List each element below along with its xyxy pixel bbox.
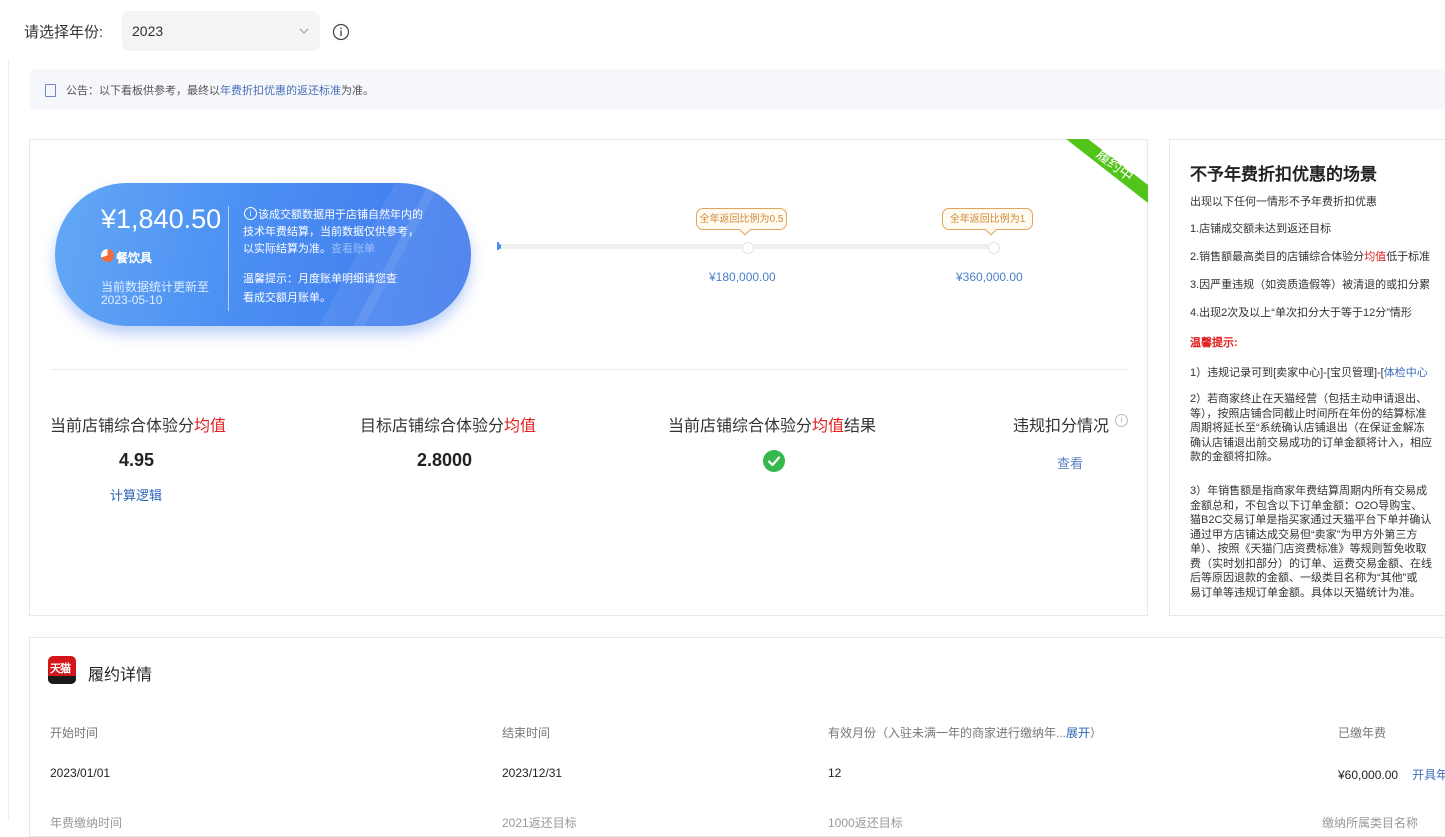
year-select-value: 2023 bbox=[132, 23, 164, 39]
rules-tip-3: 3）年销售额是指商家年费结算周期内所有交易成 金额总和，不包含以下订单金额：O2… bbox=[1190, 485, 1432, 599]
notice-bar: 公告：以下看板供参考，最终以年费折扣优惠的返还标准为准。 bbox=[30, 69, 1445, 110]
rules-panel: 不予年费折扣优惠的场景 出现以下任何一情形不予年费折扣优惠 1.店铺成交额未达到… bbox=[1169, 139, 1445, 616]
col-valid-months-header: 有效月份（入驻未满一年的商家进行缴纳年...展开） bbox=[828, 726, 1103, 740]
milestone-2-amount: ¥360,000.00 bbox=[956, 270, 1023, 284]
category-name: 餐饮具 bbox=[116, 251, 153, 265]
status-ribbon: 履约中 bbox=[1066, 139, 1148, 203]
note-line-3: 以实际结算为准。查看账单 bbox=[243, 243, 375, 255]
violation-view-link[interactable]: 查看 bbox=[1057, 453, 1083, 472]
invoice-link[interactable]: 开具年 bbox=[1412, 768, 1445, 782]
next-row-col-3: 1000返还目标 bbox=[828, 816, 903, 830]
year-selector-label: 请选择年份: bbox=[24, 24, 104, 41]
col-valid-months-value: 12 bbox=[828, 766, 842, 780]
rule-item-2: 2.销售额最高类目的店铺综合体验分均值低于标准 bbox=[1190, 251, 1431, 263]
tip-line-2: 看成交额月账单。 bbox=[243, 292, 331, 304]
rules-tip-title: 温馨提示: bbox=[1190, 337, 1238, 349]
note-line-1: 该成交额数据用于店铺自然年内的 bbox=[258, 209, 423, 221]
rules-tip-1: 1）违规记录可到[卖家中心]-[宝贝管理]-[体检中心 bbox=[1190, 367, 1428, 379]
year-select[interactable]: 2023 bbox=[122, 11, 320, 51]
milestone-2-dot bbox=[988, 242, 1000, 254]
violation-info-icon[interactable]: i bbox=[1115, 414, 1128, 427]
note-info-icon: i bbox=[244, 207, 257, 220]
stat-target-score-value: 2.8000 bbox=[417, 450, 473, 470]
rule-item-4: 4.出现2次及以上“单次扣分大于等于12分”情形 bbox=[1190, 307, 1412, 319]
notice-icon bbox=[45, 84, 56, 97]
next-row-col-4: 缴纳所属类目名称 bbox=[1322, 816, 1419, 830]
turnover-amount: ¥1,840.50 bbox=[101, 204, 222, 234]
notice-link[interactable]: 年费折扣优惠的返还标准 bbox=[220, 85, 341, 97]
stat-current-score-value: 4.95 bbox=[119, 450, 155, 470]
stat-current-score-title: 当前店铺综合体验分均值 bbox=[50, 418, 227, 435]
health-center-link[interactable]: 体检中心 bbox=[1384, 367, 1428, 379]
progress-start-marker bbox=[497, 242, 499, 250]
rules-intro: 出现以下任何一情形不予年费折扣优惠 bbox=[1190, 196, 1377, 208]
check-icon bbox=[763, 450, 785, 472]
note-line-2: 技术年费结算，当前数据仅供参考， bbox=[243, 226, 419, 238]
stat-violation-title: 违规扣分情况 bbox=[1013, 418, 1110, 435]
col-paid-fee-header: 已缴年费 bbox=[1338, 726, 1387, 740]
view-bill-link[interactable]: 查看账单 bbox=[331, 243, 375, 255]
info-icon[interactable] bbox=[332, 23, 350, 41]
contract-title: 履约详情 bbox=[88, 667, 153, 684]
col-end-time-header: 结束时间 bbox=[502, 726, 551, 740]
notice-text: 公告：以下看板供参考，最终以年费折扣优惠的返还标准为准。 bbox=[66, 85, 374, 97]
update-date: 2023-05-10 bbox=[101, 293, 163, 307]
milestone-1-amount: ¥180,000.00 bbox=[709, 270, 776, 284]
col-end-time-value: 2023/12/31 bbox=[502, 766, 563, 780]
card-divider bbox=[50, 369, 1128, 370]
expand-link[interactable]: 展开 bbox=[1066, 726, 1090, 740]
milestone-1-dot bbox=[742, 242, 754, 254]
rule-item-1: 1.店铺成交额未达到返还目标 bbox=[1190, 223, 1332, 235]
tmall-logo-icon: 天猫 bbox=[48, 656, 76, 684]
stat-score-result-title: 当前店铺综合体验分均值结果 bbox=[668, 418, 877, 435]
col-start-time-value: 2023/01/01 bbox=[50, 766, 111, 780]
page-left-border bbox=[8, 60, 9, 821]
calc-logic-link[interactable]: 计算逻辑 bbox=[110, 485, 162, 504]
stat-target-score-title: 目标店铺综合体验分均值 bbox=[360, 418, 537, 435]
col-paid-fee-value: ¥60,000.00 开具年 bbox=[1338, 766, 1445, 783]
next-row-col-2: 2021返还目标 bbox=[502, 816, 577, 830]
next-row-col-1: 年费缴纳时间 bbox=[50, 816, 123, 830]
check-mark bbox=[767, 456, 781, 467]
col-start-time-header: 开始时间 bbox=[50, 726, 99, 740]
pill-divider bbox=[228, 206, 229, 311]
contract-card bbox=[29, 637, 1445, 837]
rules-title: 不予年费折扣优惠的场景 bbox=[1190, 165, 1377, 184]
rules-tip-2: 2）若商家终止在天猫经营（包括主动申请退出、 等），按照店铺合同截止时间所在年份… bbox=[1190, 393, 1432, 463]
chevron-down-icon bbox=[299, 28, 309, 34]
tip-line-1: 温馨提示：月度账单明细请您查 bbox=[243, 273, 397, 285]
rule-item-3: 3.因严重违规（如资质造假等）被清退的或扣分累 bbox=[1190, 279, 1431, 291]
category-pie-icon bbox=[101, 249, 114, 262]
